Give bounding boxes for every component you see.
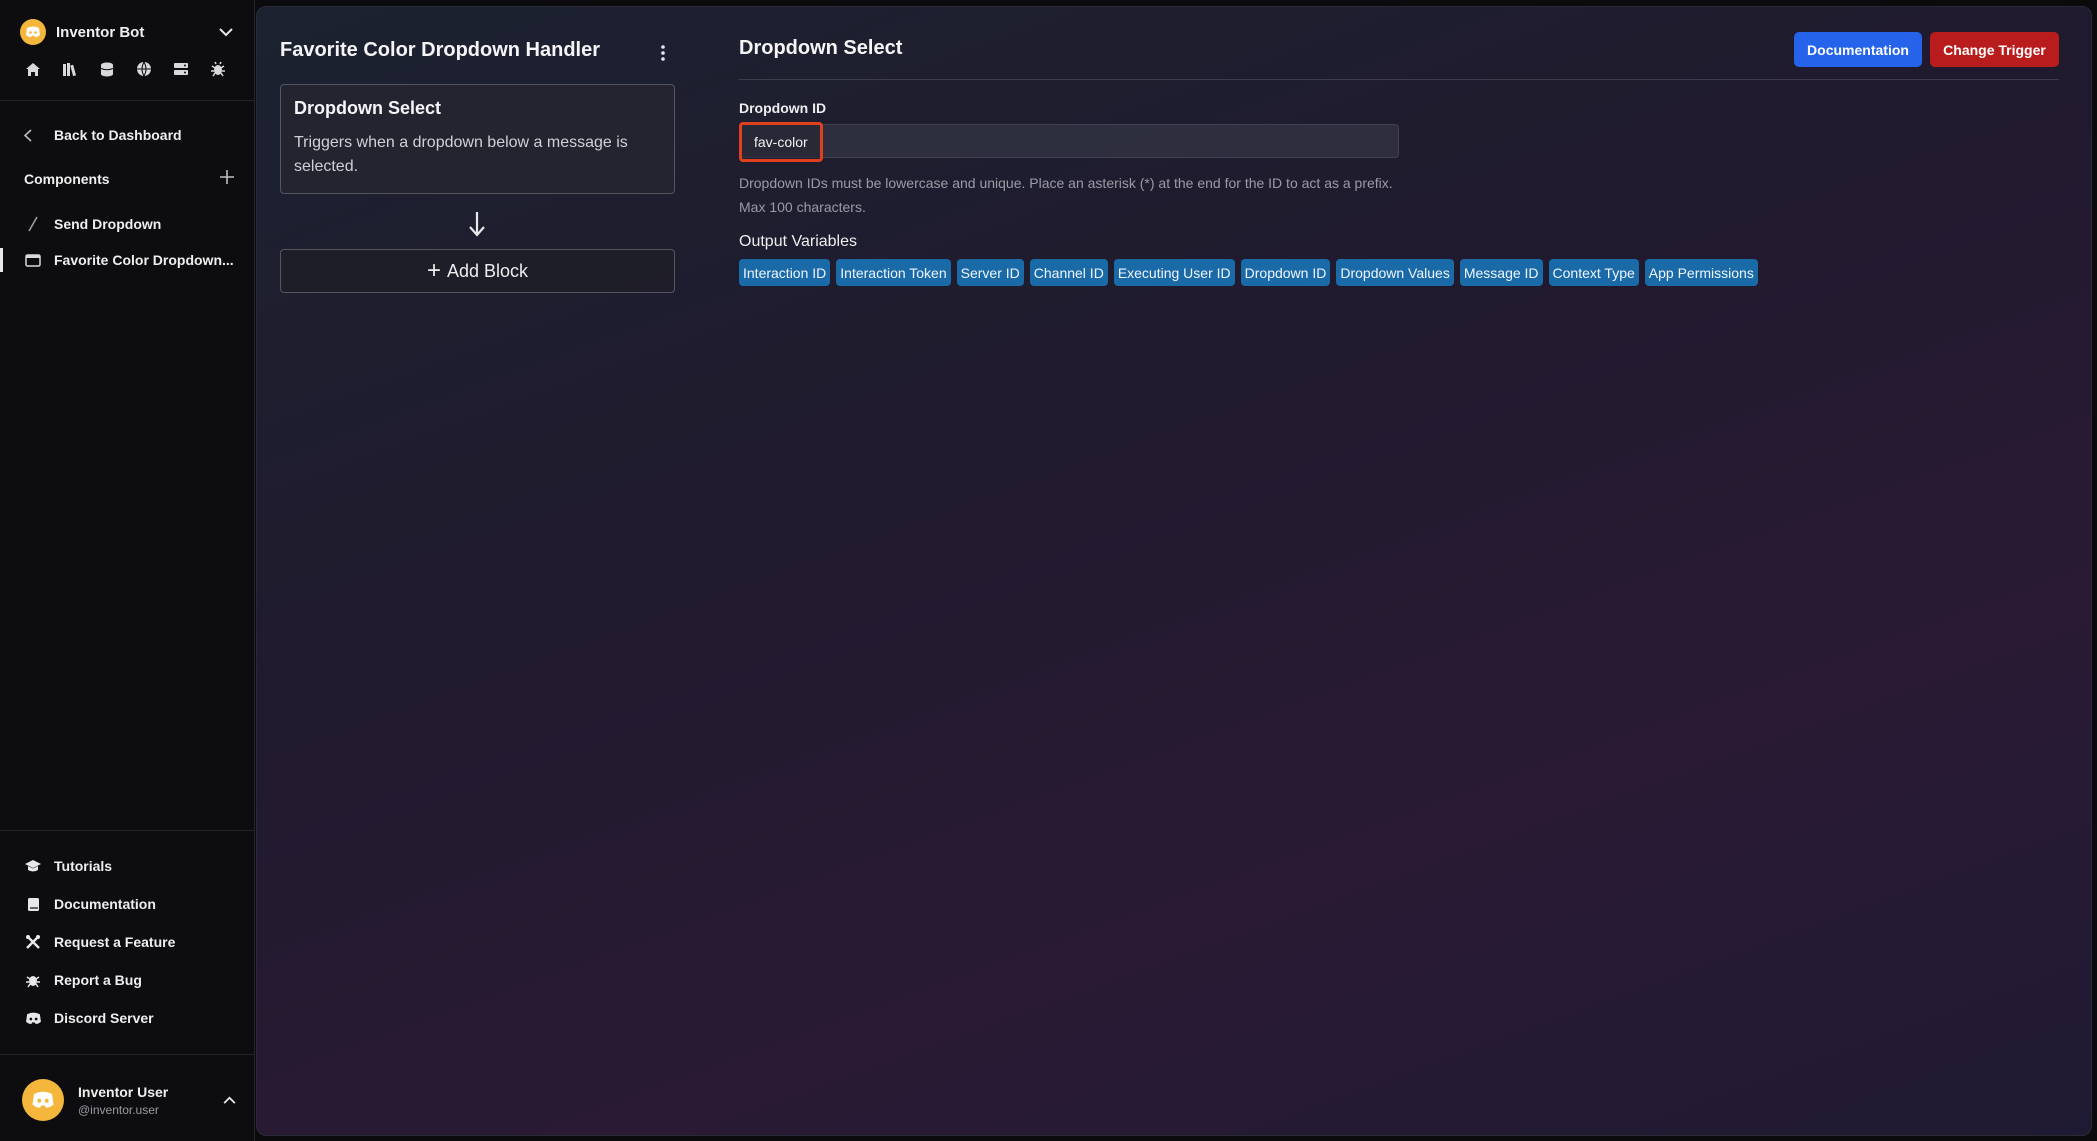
user-info: Inventor User @inventor.user [78,1084,223,1117]
change-trigger-button[interactable]: Change Trigger [1930,32,2059,67]
variable-chip[interactable]: Message ID [1459,259,1543,286]
variable-chip[interactable]: Interaction Token [836,259,951,286]
documentation-button[interactable]: Documentation [1794,32,1922,67]
discord-icon [26,26,40,38]
dropdown-id-label: Dropdown ID [739,100,827,116]
bug-icon[interactable] [209,60,227,78]
add-block-button[interactable]: + Add Block [280,249,675,293]
variable-chip[interactable]: App Permissions [1644,259,1758,286]
tools-icon [24,934,42,950]
divider [0,1054,255,1055]
output-variables-label: Output Variables [739,233,857,250]
components-label: Components [24,170,110,187]
user-menu[interactable]: Inventor User @inventor.user [22,1078,236,1122]
output-variables-list: Interaction ID Interaction Token Server … [739,259,1758,286]
variable-chip[interactable]: Executing User ID [1113,259,1235,286]
plus-icon: + [426,257,441,284]
library-icon[interactable] [61,60,79,78]
flow-title: Favorite Color Dropdown Handler [280,39,601,61]
sidebar: Inventor Bot Back to Dashboard Component… [0,0,255,1141]
bot-name: Inventor Bot [56,23,145,41]
bug-icon [24,972,42,988]
dropdown-id-help: Dropdown IDs must be lowercase and uniqu… [739,175,1393,215]
variable-chip[interactable]: Channel ID [1029,259,1108,286]
report-bug-link[interactable]: Report a Bug [24,969,142,991]
user-handle: @inventor.user [78,1102,159,1117]
component-item-send-dropdown[interactable]: Send Dropdown [24,212,234,236]
chevron-down-icon[interactable] [216,22,236,42]
variable-chip[interactable]: Context Type [1548,259,1639,286]
globe-icon[interactable] [135,60,153,78]
divider [0,830,255,831]
variable-chip[interactable]: Interaction ID [739,259,831,286]
more-options-icon[interactable] [653,41,673,65]
divider [0,100,255,101]
components-header: Components [24,170,234,187]
active-indicator [0,248,3,272]
request-feature-link[interactable]: Request a Feature [24,931,175,953]
back-label: Back to Dashboard [54,127,182,143]
user-name: Inventor User [78,1083,169,1100]
report-bug-label: Report a Bug [54,972,142,988]
discord-server-link[interactable]: Discord Server [24,1007,154,1029]
component-label: Send Dropdown [54,216,162,232]
message-component-icon [24,253,42,267]
discord-icon [24,1012,42,1025]
home-icon[interactable] [24,60,42,78]
documentation-label: Documentation [54,896,156,912]
arrow-down-icon [469,212,485,237]
add-component-icon[interactable] [220,170,234,187]
chevron-up-icon[interactable] [223,1091,236,1109]
bot-avatar [20,19,46,45]
trigger-card-description: Triggers when a dropdown below a message… [294,134,628,175]
chevron-left-icon [24,128,42,142]
variable-chip[interactable]: Dropdown Values [1336,259,1454,286]
tutorials-label: Tutorials [54,858,113,874]
avatar [22,1079,64,1121]
quick-nav [24,60,227,78]
variable-chip[interactable]: Server ID [956,259,1024,286]
server-icon[interactable] [172,60,190,78]
slash-command-icon [24,216,42,232]
trigger-card[interactable]: Dropdown Select Triggers when a dropdown… [280,84,675,194]
discord-icon [32,1091,54,1108]
tutorials-link[interactable]: Tutorials [24,855,112,877]
bot-switcher[interactable]: Inventor Bot [20,18,236,46]
divider [739,79,2059,80]
dropdown-id-input[interactable]: fav-color [739,122,1399,162]
component-item-favorite-color-dropdown[interactable]: Favorite Color Dropdown... [24,248,234,272]
main-panel: Favorite Color Dropdown Handler Dropdown… [256,6,2092,1136]
discord-server-label: Discord Server [54,1010,154,1026]
graduation-cap-icon [24,859,42,873]
documentation-link[interactable]: Documentation [24,893,156,915]
back-to-dashboard-link[interactable]: Back to Dashboard [24,124,182,146]
variable-chip[interactable]: Dropdown ID [1240,259,1331,286]
component-label: Favorite Color Dropdown... [54,252,234,268]
request-feature-label: Request a Feature [54,934,176,950]
add-block-label: Add Block [446,260,529,281]
book-icon [24,897,42,912]
detail-title: Dropdown Select [739,37,903,59]
trigger-card-title: Dropdown Select [294,98,442,118]
dropdown-id-value[interactable]: fav-color [739,122,823,162]
database-icon[interactable] [98,60,116,78]
